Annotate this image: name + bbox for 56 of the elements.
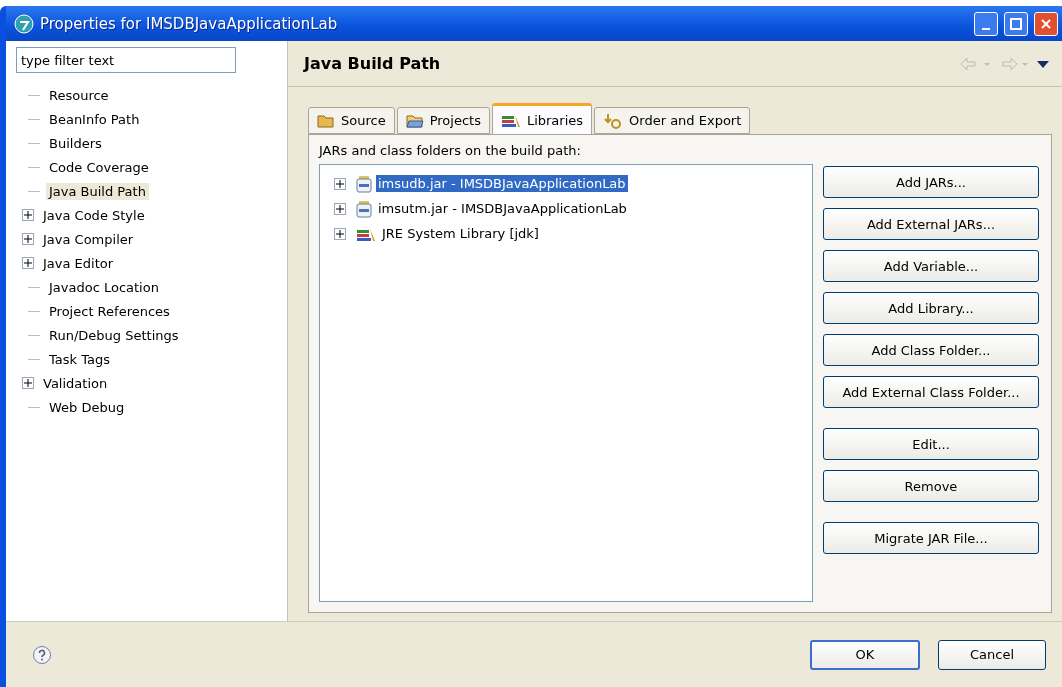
list-label: JARs and class folders on the build path: (319, 143, 582, 158)
tab[interactable]: Projects (396, 107, 490, 134)
minimize-button[interactable] (974, 11, 998, 36)
expand-icon[interactable] (22, 377, 34, 389)
tree-item[interactable]: Java Compiler (40, 230, 137, 248)
library-item[interactable]: imsutm.jar - IMSDBJavaApplicationLab (376, 200, 629, 217)
tree-item[interactable]: BeanInfo Path (46, 110, 143, 128)
action-button[interactable]: Remove (823, 470, 1039, 502)
help-icon[interactable] (32, 644, 52, 665)
page-title: Java Build Path (304, 54, 442, 73)
folder-icon (405, 112, 424, 129)
tree-item[interactable]: Javadoc Location (46, 278, 162, 296)
expand-icon[interactable] (334, 227, 346, 240)
filter-field[interactable]: type filter text (16, 47, 236, 73)
maximize-button[interactable] (1004, 11, 1028, 36)
action-button[interactable]: Add Variable... (823, 250, 1039, 282)
tree-item[interactable]: Task Tags (46, 350, 113, 368)
expand-icon[interactable] (22, 209, 34, 221)
order-icon (603, 112, 624, 129)
tree-item[interactable]: Run/Debug Settings (46, 326, 182, 344)
maximize-icon (1010, 17, 1022, 30)
jar-icon (356, 199, 372, 218)
expand-icon[interactable] (334, 177, 346, 190)
action-button[interactable]: Add External JARs... (823, 208, 1039, 240)
tree-item[interactable]: Web Debug (46, 398, 128, 416)
action-button[interactable]: Migrate JAR File... (823, 522, 1039, 554)
close-icon (1040, 17, 1052, 30)
tree-item[interactable]: Resource (46, 86, 112, 104)
tab[interactable]: Libraries (491, 103, 593, 134)
menu-caret-icon[interactable] (1036, 58, 1050, 69)
tree-item[interactable]: Validation (40, 374, 111, 392)
tab[interactable]: Order and Export (594, 107, 751, 134)
close-button[interactable] (1034, 11, 1058, 36)
expand-icon[interactable] (22, 233, 34, 245)
library-item[interactable]: JRE System Library [jdk] (380, 225, 541, 242)
app-icon (14, 13, 34, 34)
tree-item[interactable]: Java Code Style (40, 206, 148, 224)
minimize-icon (982, 27, 990, 30)
action-button[interactable]: Add External Class Folder... (823, 376, 1039, 408)
library-item[interactable]: imsudb.jar - IMSDBJavaApplicationLab (376, 175, 628, 192)
tab[interactable]: Source (308, 107, 395, 134)
expand-icon[interactable] (22, 257, 34, 269)
dialog-button[interactable]: Cancel (938, 639, 1046, 670)
tree-item[interactable]: Code Coverage (46, 158, 152, 176)
action-button[interactable]: Add Library... (823, 292, 1039, 324)
tree-item[interactable]: Builders (46, 134, 105, 152)
action-button[interactable]: Edit... (823, 428, 1039, 460)
dialog-button[interactable]: OK (810, 639, 920, 670)
jar-icon (356, 174, 372, 193)
tree-item[interactable]: Java Editor (40, 254, 117, 272)
action-button[interactable]: Add Class Folder... (823, 334, 1039, 366)
tree-item[interactable]: Java Build Path (46, 182, 149, 200)
window-title: Properties for IMSDBJavaApplicationLab (40, 14, 339, 33)
tree-item[interactable]: Project References (46, 302, 173, 320)
expand-icon[interactable] (334, 202, 346, 215)
action-button[interactable]: Add JARs... (823, 166, 1039, 198)
